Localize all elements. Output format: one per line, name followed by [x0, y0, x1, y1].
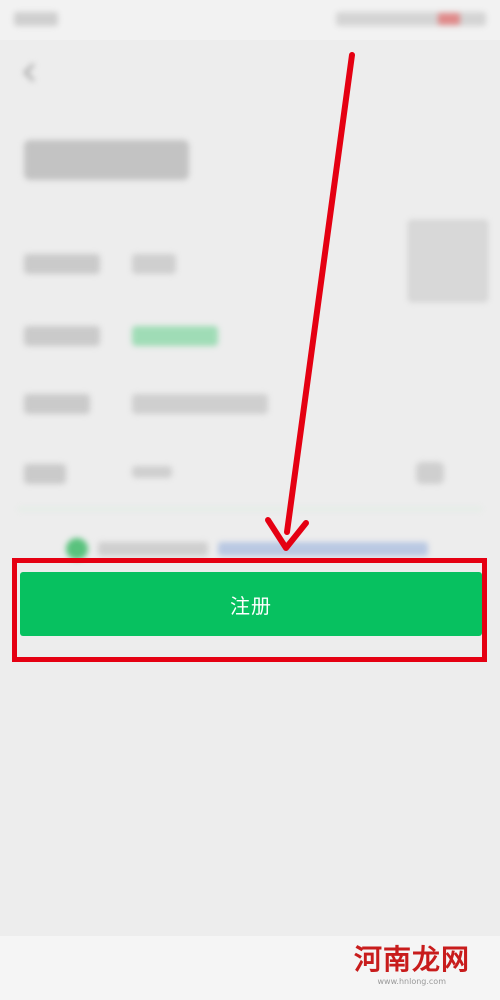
eye-icon[interactable]: [416, 462, 444, 484]
watermark-url: www.hnlong.com: [377, 977, 446, 986]
status-time: [14, 12, 58, 26]
nickname-label: [24, 254, 100, 274]
status-icons: [336, 12, 486, 26]
status-bar: [0, 0, 500, 40]
avatar-upload[interactable]: [408, 220, 488, 302]
page-title: [24, 140, 189, 180]
region-label: [24, 326, 100, 346]
agreement-text: [98, 542, 208, 556]
phone-label: [24, 394, 90, 414]
checkbox-icon[interactable]: [66, 538, 88, 560]
watermark-logo: 河南龙网: [354, 938, 470, 978]
region-selector[interactable]: [132, 326, 218, 346]
back-arrow-icon[interactable]: [20, 62, 42, 82]
phone-field[interactable]: [132, 394, 268, 414]
bottom-area: 河南龙网 www.hnlong.com: [0, 936, 500, 1000]
divider: [18, 508, 482, 510]
password-label: [24, 464, 66, 484]
register-button[interactable]: 注册: [20, 572, 482, 636]
agreement-link[interactable]: [218, 542, 428, 556]
nickname-field[interactable]: [132, 254, 176, 274]
password-field[interactable]: [132, 466, 172, 478]
watermark-text: 河南龙网: [353, 943, 470, 976]
battery-icon: [438, 13, 460, 25]
